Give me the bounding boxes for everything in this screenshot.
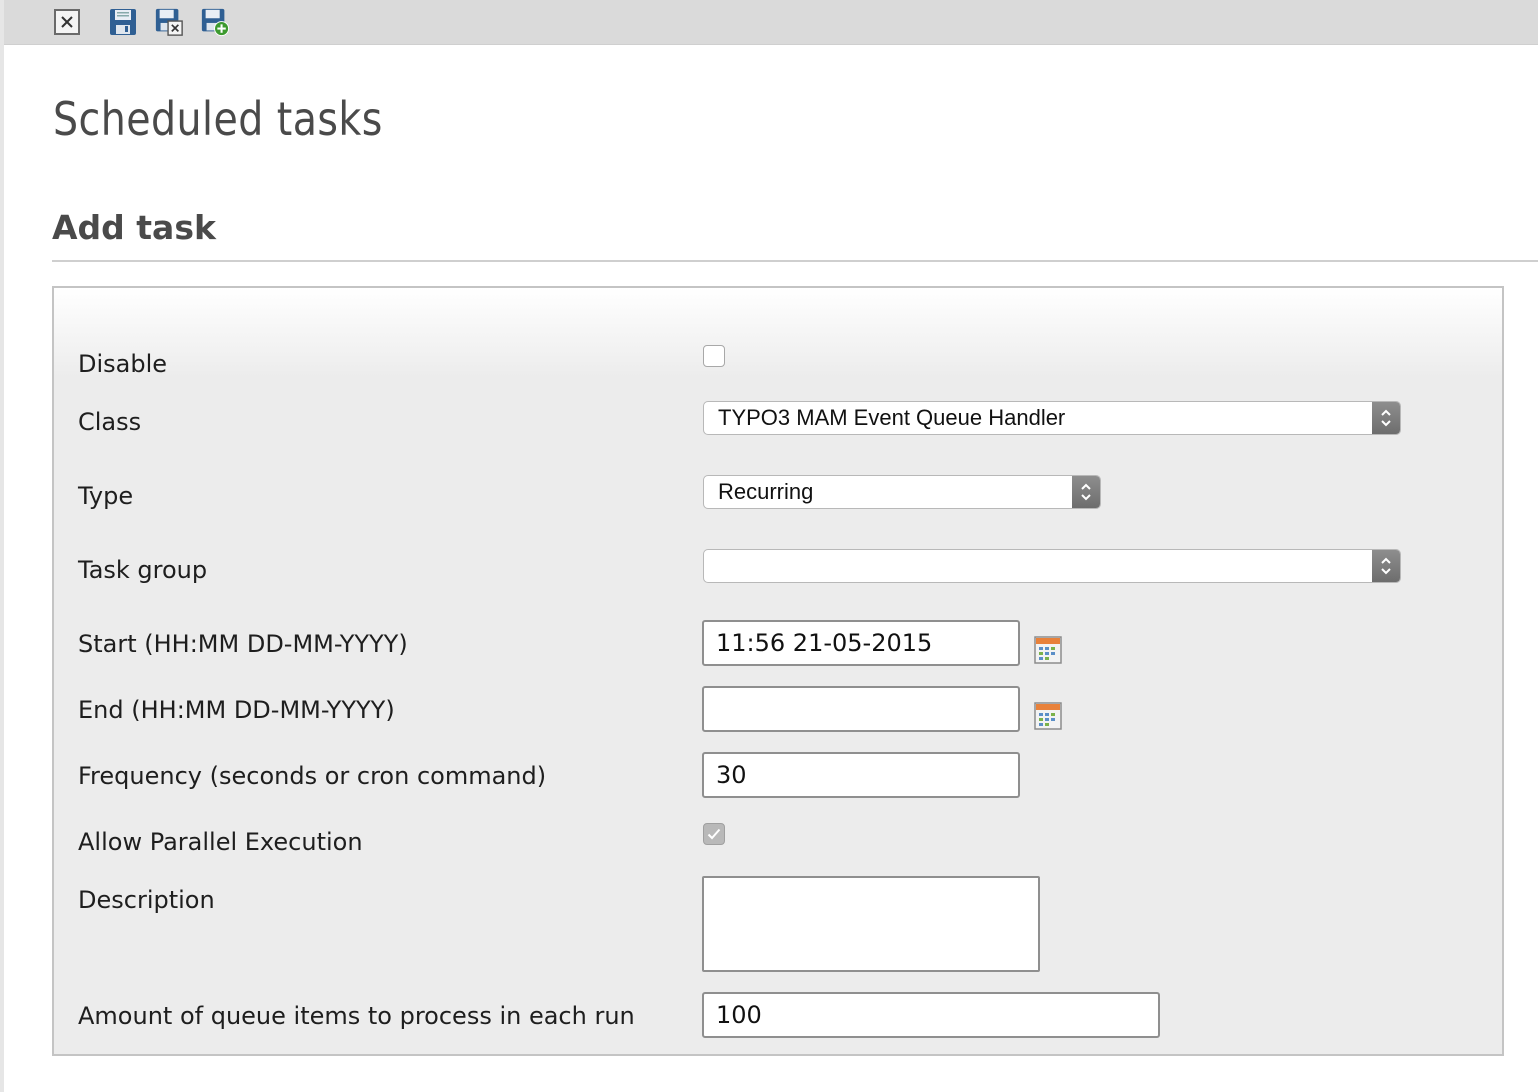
page-title: Scheduled tasks <box>53 92 383 146</box>
section-divider <box>52 260 1538 262</box>
save-and-close-button[interactable] <box>154 7 184 37</box>
start-label: Start (HH:MM DD-MM-YYYY) <box>78 630 408 658</box>
parallel-checkbox[interactable] <box>703 823 725 845</box>
class-select[interactable]: TYPO3 MAM Event Queue Handler <box>703 401 1401 435</box>
queue-items-label: Amount of queue items to process in each… <box>78 1002 635 1030</box>
type-label: Type <box>78 482 134 510</box>
disable-label: Disable <box>78 350 168 378</box>
save-close-icon <box>155 8 183 36</box>
task-group-label: Task group <box>78 556 208 584</box>
section-title: Add task <box>52 208 216 247</box>
end-label: End (HH:MM DD-MM-YYYY) <box>78 696 395 724</box>
select-arrows-icon <box>1372 550 1400 582</box>
disable-checkbox[interactable] <box>703 345 725 367</box>
queue-items-input[interactable] <box>702 992 1160 1038</box>
description-label: Description <box>78 886 215 914</box>
class-label: Class <box>78 408 142 436</box>
start-calendar-button[interactable] <box>1034 636 1062 664</box>
close-button[interactable] <box>52 7 82 37</box>
save-icon <box>110 9 136 35</box>
doc-header-toolbar <box>4 0 1538 45</box>
parallel-label: Allow Parallel Execution <box>78 828 363 856</box>
end-calendar-button[interactable] <box>1034 702 1062 730</box>
save-new-icon <box>201 8 230 37</box>
select-arrows-icon <box>1372 402 1400 434</box>
left-edge <box>0 0 4 1092</box>
close-document-icon <box>54 9 80 35</box>
class-select-value: TYPO3 MAM Event Queue Handler <box>718 405 1066 430</box>
save-button[interactable] <box>108 7 138 37</box>
type-select-value: Recurring <box>718 479 814 504</box>
end-input[interactable] <box>702 686 1020 732</box>
checkmark-icon <box>707 828 721 840</box>
description-textarea[interactable] <box>702 876 1040 972</box>
select-arrows-icon <box>1072 476 1100 508</box>
type-select[interactable]: Recurring <box>703 475 1101 509</box>
start-input[interactable] <box>702 620 1020 666</box>
task-group-select[interactable] <box>703 549 1401 583</box>
calendar-icon <box>1034 636 1062 664</box>
frequency-label: Frequency (seconds or cron command) <box>78 762 547 790</box>
frequency-input[interactable] <box>702 752 1020 798</box>
calendar-icon <box>1034 702 1062 730</box>
save-and-new-button[interactable] <box>200 7 230 37</box>
